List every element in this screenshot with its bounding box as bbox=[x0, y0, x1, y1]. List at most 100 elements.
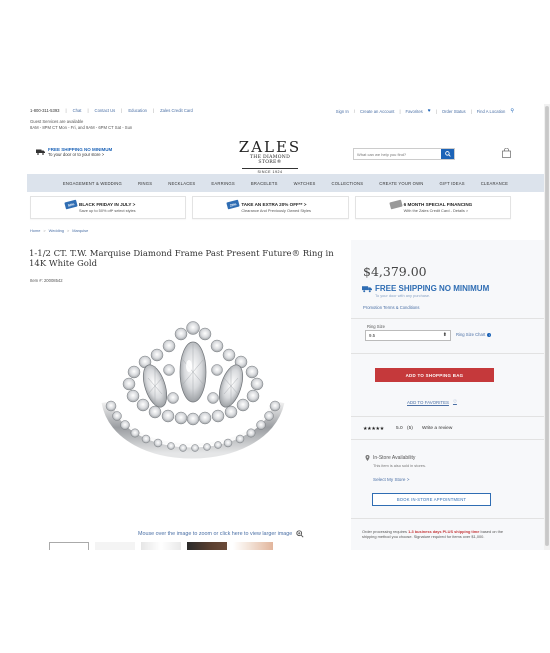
purchase-panel: $4,379.00 FREE SHIPPING NO MINIMUM To yo… bbox=[351, 240, 544, 550]
create-account-link[interactable]: Create an Account bbox=[360, 109, 394, 114]
order-status-link[interactable]: Order Status bbox=[442, 109, 466, 114]
breadcrumb-separator: > bbox=[43, 228, 46, 233]
add-to-bag-button[interactable]: ADD TO SHOPPING BAG bbox=[375, 368, 494, 382]
order-note-prefix: Order processing requires bbox=[362, 529, 407, 534]
logo-tagline: THE DIAMOND STORE® bbox=[249, 155, 291, 165]
promo-text: BLACK FRIDAY IN JULY > Save up to 50% of… bbox=[79, 202, 136, 213]
zoom-hint[interactable]: Mouse over the image to zoom or click he… bbox=[138, 530, 304, 538]
in-store-subtext: This item is also sold in stores. bbox=[373, 463, 426, 468]
nav-engagement-wedding[interactable]: ENGAGEMENT & WEDDING bbox=[55, 181, 130, 186]
breadcrumb-home[interactable]: Home bbox=[30, 228, 40, 233]
credit-card-link[interactable]: Zales Credit Card bbox=[160, 108, 193, 113]
ring-size-select[interactable]: 9.5 ⬍ bbox=[365, 330, 451, 341]
promo-black-friday[interactable]: 50% BLACK FRIDAY IN JULY > Save up to 50… bbox=[30, 196, 187, 219]
promotion-terms-link[interactable]: Promotion Terms & Conditions bbox=[363, 305, 419, 310]
product-page: 1-800-311-5393 | Chat | Contact Us | Edu… bbox=[27, 104, 544, 550]
promo-text: 6 MONTH SPECIAL FINANCING With the Zales… bbox=[404, 202, 473, 213]
divider bbox=[351, 318, 544, 319]
utility-bar: 1-800-311-5393 | Chat | Contact Us | Edu… bbox=[27, 104, 544, 134]
free-shipping-subtitle: To your door or to your store > bbox=[48, 152, 105, 157]
product-title: 1-1/2 CT. T.W. Marquise Diamond Frame Pa… bbox=[29, 249, 334, 269]
search-input[interactable] bbox=[354, 149, 441, 159]
nav-create-your-own[interactable]: CREATE YOUR OWN bbox=[371, 181, 431, 186]
ring-size-value: 9.5 bbox=[369, 333, 376, 338]
site-header: FREE SHIPPING NO MINIMUM To your door or… bbox=[27, 134, 544, 174]
rating-count[interactable]: (5) bbox=[407, 426, 413, 431]
thumbnail[interactable] bbox=[187, 542, 227, 550]
zoom-icon bbox=[296, 530, 304, 538]
phone-number[interactable]: 1-800-311-5393 bbox=[30, 108, 60, 113]
promo-extra-20[interactable]: 20% TAKE AN EXTRA 20% OFF** > Clearance … bbox=[192, 196, 349, 219]
nav-bracelets[interactable]: BRACELETS bbox=[243, 181, 286, 186]
heart-outline-icon: ♡ bbox=[452, 399, 457, 404]
separator: / bbox=[353, 108, 355, 114]
nav-earrings[interactable]: EARRINGS bbox=[203, 181, 242, 186]
nav-rings[interactable]: RINGS bbox=[130, 181, 160, 186]
add-to-favorites-text: ADD TO FAVORITES bbox=[407, 399, 449, 405]
add-to-favorites-link[interactable]: ADD TO FAVORITES ♡ bbox=[407, 399, 457, 405]
scrollbar-thumb[interactable] bbox=[545, 106, 549, 546]
select-store-link[interactable]: Select My Store > bbox=[373, 477, 409, 482]
order-processing-note: Order processing requires 1-3 business d… bbox=[362, 529, 507, 540]
breadcrumb-marquise[interactable]: Marquise bbox=[72, 228, 88, 233]
location-pin-icon[interactable]: ⚲ bbox=[510, 108, 514, 114]
chat-link[interactable]: Chat bbox=[73, 108, 82, 113]
thumbnail[interactable] bbox=[49, 542, 89, 550]
panel-shipping-text: FREE SHIPPING NO MINIMUM To your door wi… bbox=[375, 284, 490, 299]
zoom-hint-text: Mouse over the image to zoom or click he… bbox=[138, 531, 293, 537]
nav-watches[interactable]: WATCHES bbox=[286, 181, 324, 186]
thumbnail-strip bbox=[49, 542, 273, 550]
breadcrumb-wedding[interactable]: Wedding bbox=[49, 228, 64, 233]
panel-free-shipping: FREE SHIPPING NO MINIMUM To your door wi… bbox=[362, 285, 489, 298]
write-review-link[interactable]: Write a review bbox=[422, 426, 452, 431]
nav-necklaces[interactable]: NECKLACES bbox=[160, 181, 203, 186]
rating-value: 5.0 bbox=[396, 426, 403, 431]
ring-size-chart-text: Ring Size Chart bbox=[456, 332, 486, 337]
promo-text: TAKE AN EXTRA 20% OFF** > Clearance And … bbox=[241, 202, 311, 213]
info-icon: i bbox=[487, 332, 492, 337]
truck-icon bbox=[362, 286, 372, 293]
nav-clearance[interactable]: CLEARANCE bbox=[473, 181, 516, 186]
select-arrows-icon: ⬍ bbox=[442, 332, 447, 338]
find-location-link[interactable]: Find A Location bbox=[477, 109, 506, 114]
thumbnail[interactable] bbox=[95, 542, 135, 550]
separator: | bbox=[152, 108, 155, 113]
separator: | bbox=[470, 108, 472, 114]
utility-left: 1-800-311-5393 | Chat | Contact Us | Edu… bbox=[30, 108, 193, 113]
panel-shipping-subtext: To your door with any purchase. bbox=[375, 293, 431, 298]
promo-financing[interactable]: 6 MONTH SPECIAL FINANCING With the Zales… bbox=[354, 196, 511, 219]
zales-logo[interactable]: ZALES THE DIAMOND STORE® SINCE 1924 bbox=[238, 139, 302, 175]
search-button[interactable] bbox=[441, 149, 454, 159]
education-link[interactable]: Education bbox=[128, 108, 147, 113]
panel-shipping-headline: FREE SHIPPING NO MINIMUM bbox=[375, 284, 490, 293]
sign-in-link[interactable]: Sign In bbox=[336, 109, 349, 114]
page-scrollbar[interactable] bbox=[544, 104, 550, 550]
search-icon bbox=[444, 151, 451, 157]
favorites-link[interactable]: Favorites bbox=[406, 109, 423, 114]
separator: | bbox=[87, 108, 89, 113]
percent-tag-icon: 20% bbox=[226, 199, 241, 210]
ring-size-label: Ring Size bbox=[367, 324, 385, 329]
in-store-availability: In-Store Availability bbox=[373, 455, 416, 461]
thumbnail[interactable] bbox=[141, 542, 181, 550]
nav-gift-ideas[interactable]: GIFT IDEAS bbox=[432, 181, 473, 186]
location-pin-icon bbox=[365, 455, 370, 461]
thumbnail[interactable] bbox=[233, 542, 273, 550]
promo-subtext: Clearance And Previously Owned Styles bbox=[241, 208, 311, 213]
ring-size-chart-link[interactable]: Ring Size Chart i bbox=[456, 332, 492, 337]
heart-icon[interactable]: ♥ bbox=[428, 108, 431, 114]
guest-services-info: Guest Services are available 8AM - 8PM C… bbox=[30, 119, 132, 131]
shopping-bag-icon[interactable] bbox=[502, 148, 511, 158]
book-appointment-button[interactable]: BOOK IN-STORE APPOINTMENT bbox=[372, 493, 491, 506]
promo-subtext: Save up to 50% off* select styles bbox=[79, 208, 136, 213]
promo-strip: 50% BLACK FRIDAY IN JULY > Save up to 50… bbox=[30, 196, 511, 219]
contact-us-link[interactable]: Contact Us bbox=[95, 108, 116, 113]
nav-collections[interactable]: COLLECTIONS bbox=[323, 181, 371, 186]
product-image[interactable] bbox=[89, 310, 294, 478]
main-nav: ENGAGEMENT & WEDDING RINGS NECKLACES EAR… bbox=[27, 174, 544, 192]
divider bbox=[351, 353, 544, 354]
free-shipping-banner[interactable]: FREE SHIPPING NO MINIMUM To your door or… bbox=[36, 147, 112, 157]
rating-stars-icon: ★★★★★ bbox=[363, 426, 384, 432]
promo-subtext: With the Zales Credit Card - Details > bbox=[403, 208, 469, 213]
logo-name: ZALES bbox=[238, 138, 302, 156]
